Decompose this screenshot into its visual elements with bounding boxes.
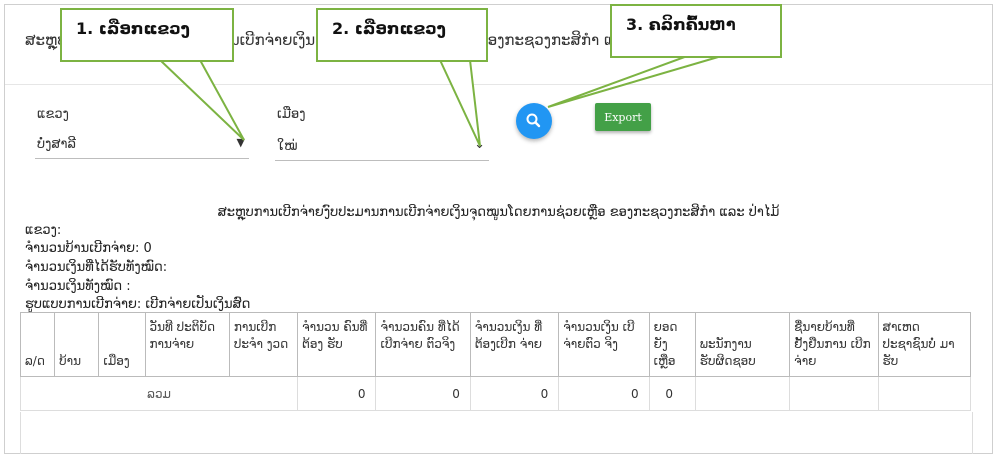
callout-pointer-1 <box>157 59 245 141</box>
callout-step-3: 3. ຄລິກຄົ້ນຫາ <box>610 4 782 58</box>
callout-pointer-2 <box>438 59 481 147</box>
callout-step-2: 2. ເລືອກແຂວງ <box>316 8 488 62</box>
callout-step-1: 1. ເລືອກແຂວງ <box>60 8 234 62</box>
callout-pointers <box>157 54 726 147</box>
callout-pointer-3 <box>547 54 726 108</box>
